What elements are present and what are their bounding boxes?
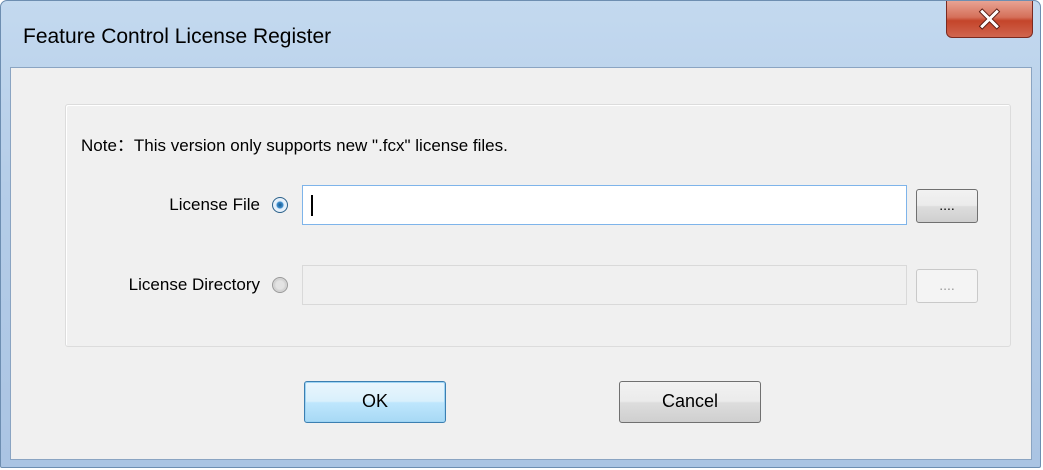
license-directory-input[interactable] [302, 265, 907, 305]
window-title: Feature Control License Register [23, 25, 332, 48]
title-bar[interactable]: Feature Control License Register [1, 1, 1040, 67]
license-file-browse-button[interactable]: .... [916, 189, 978, 223]
close-x-icon [978, 8, 1001, 30]
dialog-window: Feature Control License Register Note：Th… [0, 0, 1041, 468]
license-directory-radio[interactable] [272, 277, 288, 293]
license-group-box: Note：This version only supports new ".fc… [65, 104, 1011, 347]
note-message: This version only supports new ".fcx" li… [133, 136, 508, 155]
license-file-label: License File [169, 195, 260, 214]
license-file-radio[interactable] [272, 197, 288, 213]
note-text: Note：This version only supports new ".fc… [81, 131, 508, 156]
license-directory-browse-button[interactable]: .... [916, 269, 978, 303]
dialog-body: Note：This version only supports new ".fc… [10, 67, 1032, 460]
ok-button[interactable]: OK [304, 381, 446, 423]
license-directory-label: License Directory [128, 275, 260, 294]
cancel-button[interactable]: Cancel [619, 381, 761, 423]
note-label: Note [81, 136, 117, 155]
license-file-input[interactable] [302, 185, 907, 225]
note-separator: ： [116, 136, 134, 155]
close-button[interactable] [946, 1, 1033, 38]
text-caret [311, 195, 313, 216]
